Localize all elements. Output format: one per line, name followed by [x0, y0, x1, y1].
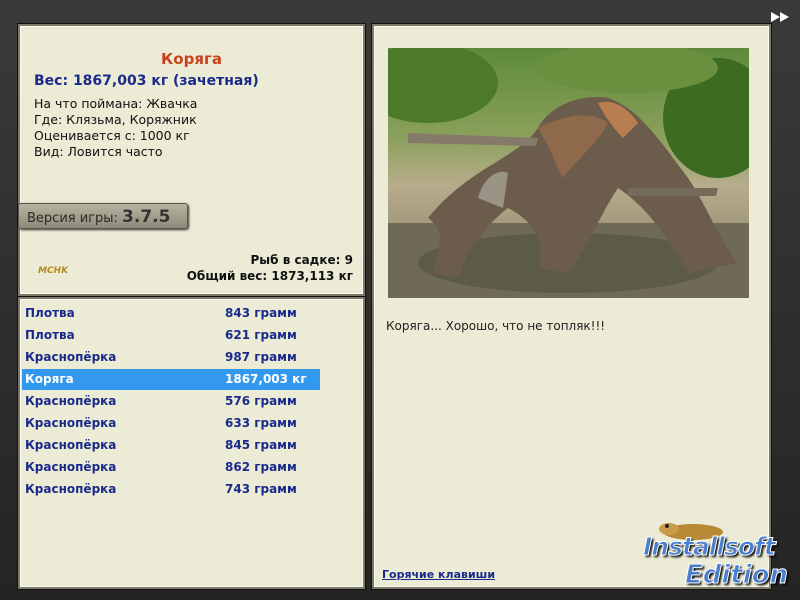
installsoft-logo: Installsoft Edition	[637, 520, 797, 598]
fish-weight: Вес: 1867,003 кг (зачетная)	[34, 73, 259, 89]
list-item-name: Краснопёрка	[25, 438, 117, 452]
fish-photo	[388, 48, 749, 298]
list-item[interactable]: Плотва 843 грамм	[22, 303, 320, 324]
list-item-name: Краснопёрка	[25, 482, 117, 496]
list-item[interactable]: Краснопёрка 576 грамм	[22, 391, 320, 412]
list-item-weight: 576 грамм	[225, 394, 297, 408]
fish-kind: Вид: Ловится часто	[34, 144, 163, 159]
list-item[interactable]: Краснопёрка 743 грамм	[22, 479, 320, 500]
list-item[interactable]: Краснопёрка 633 грамм	[22, 413, 320, 434]
list-item[interactable]: Краснопёрка 987 грамм	[22, 347, 320, 368]
list-item-weight: 633 грамм	[225, 416, 297, 430]
keepnet-total-weight: Общий вес: 1873,113 кг	[186, 269, 353, 283]
keepnet-stats: Рыб в садке: 9 Общий вес: 1873,113 кг	[187, 252, 353, 284]
app-window: Коряга Вес: 1867,003 кг (зачетная) На чт…	[0, 0, 800, 600]
list-item-name: Плотва	[25, 306, 75, 320]
list-item-weight: 1867,003 кг	[225, 372, 307, 386]
list-item-name: Краснопёрка	[25, 394, 117, 408]
list-item[interactable]: Краснопёрка 862 грамм	[22, 457, 320, 478]
list-item-name: Краснопёрка	[25, 460, 117, 474]
catch-list-panel: Плотва 843 грамм Плотва 621 грамм Красно…	[18, 297, 365, 589]
list-item-weight: 743 грамм	[225, 482, 297, 496]
list-item-weight: 862 грамм	[225, 460, 297, 474]
list-item-weight: 987 грамм	[225, 350, 297, 364]
list-item[interactable]: Краснопёрка 845 грамм	[22, 435, 320, 456]
fish-title: Коряга	[161, 50, 222, 68]
list-item-weight: 843 грамм	[225, 306, 297, 320]
fish-detail-panel: Коряга... Хорошо, что не топляк!!! Горяч…	[372, 24, 771, 589]
keepnet-count: Рыб в садке: 9	[250, 253, 354, 267]
version-label: Версия игры:	[27, 211, 118, 226]
fish-caption: Коряга... Хорошо, что не топляк!!!	[386, 319, 606, 333]
fish-info-panel: Коряга Вес: 1867,003 кг (зачетная) На чт…	[18, 24, 365, 296]
fish-bait: На что поймана: Жвачка	[34, 96, 198, 111]
fish-location: Где: Клязьма, Коряжник	[34, 112, 197, 127]
fish-rated-from: Оценивается с: 1000 кг	[34, 128, 190, 143]
list-item[interactable]: Плотва 621 грамм	[22, 325, 320, 346]
double-arrow-right-icon[interactable]	[770, 10, 792, 24]
brand-line-2: Edition	[685, 560, 789, 591]
list-item-name: Коряга	[25, 372, 74, 386]
small-logo: MCHK	[38, 266, 69, 276]
version-badge: Версия игры: 3.7.5	[18, 203, 188, 229]
version-number: 3.7.5	[122, 207, 171, 227]
list-item-weight: 845 грамм	[225, 438, 297, 452]
list-item-weight: 621 грамм	[225, 328, 297, 342]
list-item-name: Плотва	[25, 328, 75, 342]
list-item-name: Краснопёрка	[25, 416, 117, 430]
brand-line-1: Installsoft	[643, 532, 777, 562]
list-item-selected[interactable]: Коряга 1867,003 кг	[22, 369, 320, 390]
list-item-name: Краснопёрка	[25, 350, 117, 364]
hotkeys-link[interactable]: Горячие клавиши	[382, 568, 495, 581]
